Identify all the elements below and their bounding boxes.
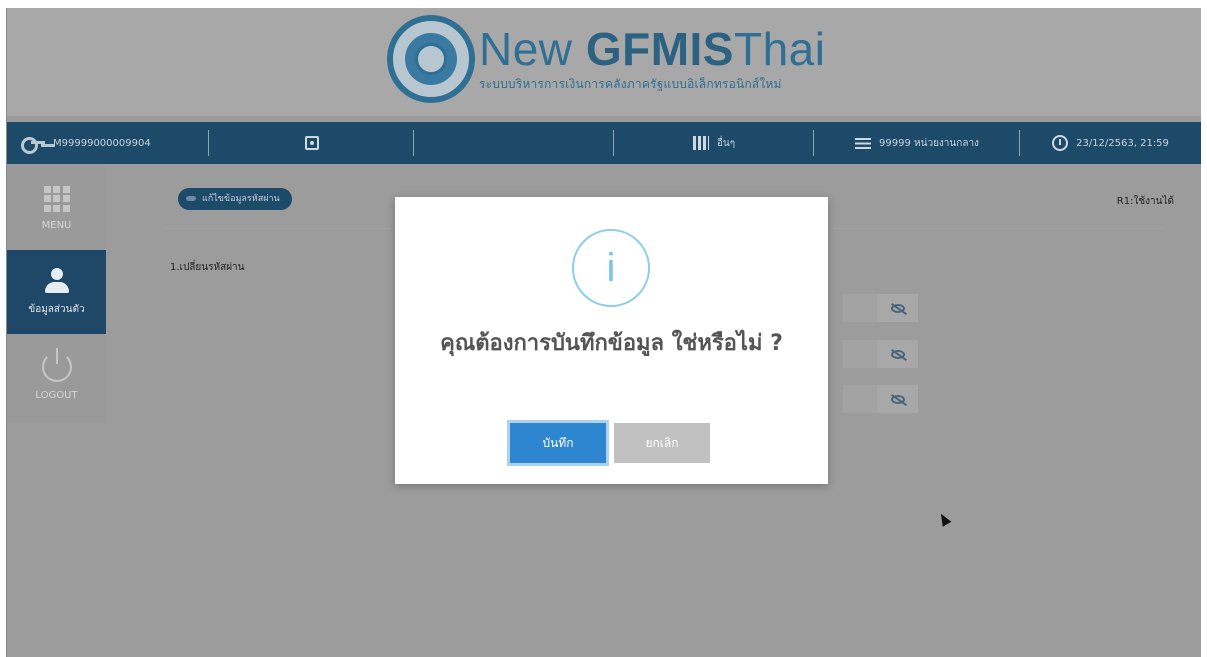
topbar-blank-slot	[414, 122, 614, 164]
datetime: 23/12/2563, 21:59	[1076, 137, 1169, 149]
dialog-message: คุณต้องการบันทึกข้อมูล ใช่หรือไม่ ?	[440, 331, 783, 356]
gfmis-logo: New GFMISThai ระบบบริหารการเงินการคลังภา…	[387, 14, 825, 104]
clock-icon	[1052, 135, 1069, 151]
emblem-icon	[387, 15, 475, 103]
sidebar-item-profile[interactable]: ข้อมูลส่วนตัว	[7, 250, 106, 334]
section-title: 1.เปลี่ยนรหัสผ่าน	[170, 262, 245, 273]
other-menu-button[interactable]: อื่นๆ	[614, 122, 814, 164]
sidebar: MENU ข้อมูลส่วนตัว LOGOUT	[7, 166, 106, 423]
sidebar-item-label: MENU	[41, 219, 72, 231]
key-icon	[21, 137, 47, 154]
user-id: M99999000009904	[53, 137, 151, 149]
status-text: R1:ใช้งานได้	[1116, 196, 1174, 207]
password-visibility-toggle[interactable]	[843, 385, 918, 413]
datetime-item: 23/12/2563, 21:59	[1020, 122, 1201, 164]
sidebar-item-label: LOGOUT	[35, 389, 78, 401]
top-bar: M99999000009904 อื่นๆ 99999 หน่วยงานกลาง…	[7, 122, 1201, 164]
cancel-button[interactable]: ยกเลิก	[614, 423, 710, 463]
header: New GFMISThai ระบบบริหารการเงินการคลังภา…	[7, 8, 1201, 116]
other-label: อื่นๆ	[716, 137, 736, 149]
sidebar-item-menu[interactable]: MENU	[7, 166, 106, 250]
user-id-item: M99999000009904	[7, 122, 209, 164]
save-button[interactable]: บันทึก	[510, 423, 606, 463]
tab-edit-password[interactable]: แก้ไขข้อมูลรหัสผ่าน	[178, 188, 292, 210]
user-icon	[44, 267, 70, 294]
power-icon	[41, 347, 72, 382]
eye-slash-icon	[890, 303, 905, 313]
id-card-icon	[304, 136, 319, 150]
list-icon	[855, 137, 872, 149]
logo-subtitle: ระบบบริหารการเงินการคลังภาครัฐแบบอิเล็กท…	[479, 76, 782, 91]
eye-slash-icon	[890, 349, 905, 359]
info-icon: i	[572, 229, 650, 307]
sidebar-item-logout[interactable]: LOGOUT	[7, 334, 106, 418]
unit-label: 99999 หน่วยงานกลาง	[879, 137, 979, 149]
eye-slash-icon	[890, 394, 905, 404]
password-field[interactable]	[843, 294, 877, 322]
grid-icon	[43, 185, 70, 212]
password-field[interactable]	[843, 340, 877, 368]
password-visibility-toggle[interactable]	[843, 340, 918, 368]
confirm-dialog: i คุณต้องการบันทึกข้อมูล ใช่หรือไม่ ? บั…	[395, 197, 828, 484]
unit-selector[interactable]: 99999 หน่วยงานกลาง	[814, 122, 1020, 164]
password-visibility-toggle[interactable]	[843, 294, 918, 322]
password-field[interactable]	[843, 385, 877, 413]
building-icon	[692, 136, 709, 150]
logo-title: New GFMISThai	[479, 22, 826, 75]
sidebar-item-label: ข้อมูลส่วนตัว	[28, 303, 85, 315]
profile-card-button[interactable]	[209, 122, 414, 164]
